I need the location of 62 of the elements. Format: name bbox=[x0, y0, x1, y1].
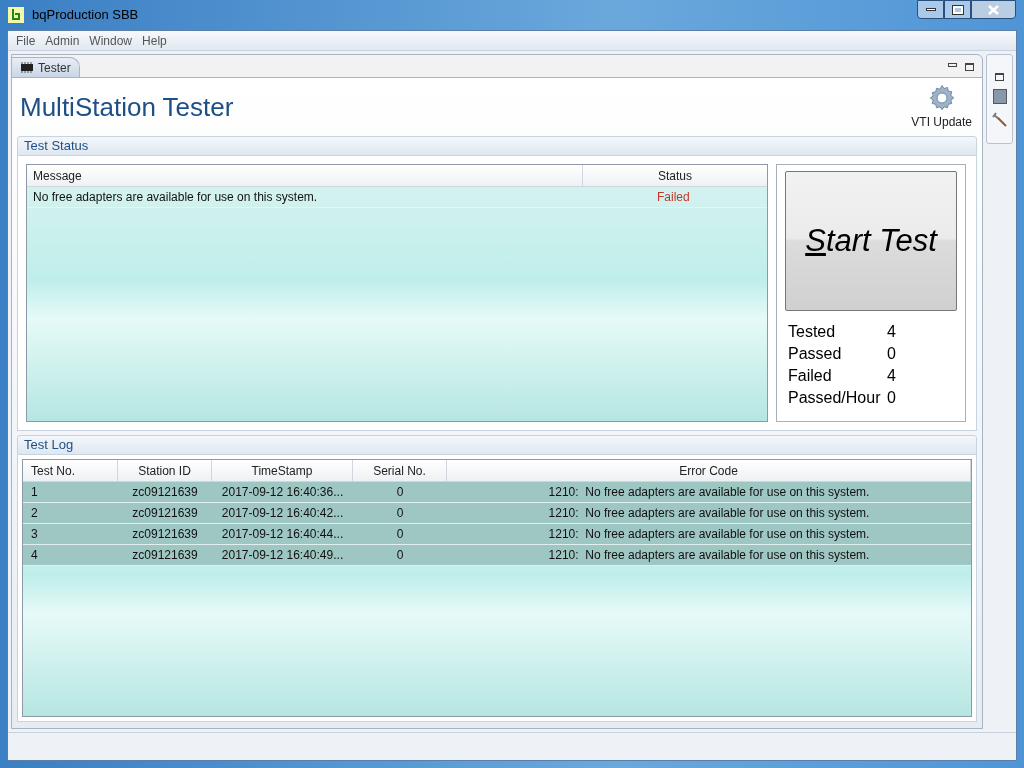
table-cell-text: 2017-09-12 16:40:36... bbox=[220, 484, 345, 501]
column-header[interactable]: Status bbox=[583, 165, 767, 186]
log-row[interactable]: 4 zc09121639 2017-09-12 16:40:49... 0 1210: No free adapters are available for use on this system. bbox=[23, 545, 971, 566]
table-cell-text: zc09121639 bbox=[131, 526, 199, 543]
table-cell-text: 1210: No free adapters are available for use on this system. bbox=[547, 505, 871, 522]
close-icon bbox=[988, 4, 999, 15]
log-row[interactable]: 1 zc09121639 2017-09-12 16:40:36... 0 1210: No free adapters are available for use on this system. bbox=[23, 482, 971, 503]
table-cell-text: 2017-09-12 16:40:44... bbox=[220, 526, 345, 543]
column-header[interactable]: Test No. bbox=[23, 460, 118, 481]
hammer-icon[interactable] bbox=[991, 112, 1008, 128]
column-header[interactable]: Serial No. bbox=[353, 460, 447, 481]
page-title: MultiStation Tester bbox=[20, 90, 234, 124]
table-cell-text: 2 bbox=[30, 505, 39, 522]
log-row[interactable]: 3 zc09121639 2017-09-12 16:40:44... 0 1210: No free adapters are available for use on this system. bbox=[23, 524, 971, 545]
table-cell-text: 1210: No free adapters are available for use on this system. bbox=[547, 526, 871, 543]
table-cell-text: zc09121639 bbox=[131, 505, 199, 522]
stat-label: Passed bbox=[788, 344, 843, 364]
restore-view-icon[interactable] bbox=[995, 73, 1004, 81]
stat-label: Passed/Hour bbox=[788, 388, 882, 408]
vti-update-button[interactable]: VTI Update bbox=[911, 83, 974, 131]
menu-item[interactable]: File bbox=[14, 31, 38, 50]
column-header[interactable]: Message bbox=[27, 165, 583, 186]
section-header: Test Status bbox=[17, 136, 977, 156]
table-cell-text: 1210: No free adapters are available for use on this system. bbox=[547, 484, 871, 501]
section-header: Test Log bbox=[17, 435, 977, 455]
table-cell-text: 0 bbox=[395, 505, 405, 522]
table-cell-text: 0 bbox=[395, 526, 405, 543]
start-test-button[interactable]: Start Test bbox=[785, 171, 957, 311]
window-title: bqProduction SBB bbox=[32, 6, 139, 25]
column-header[interactable]: TimeStamp bbox=[212, 460, 353, 481]
table-cell-text: 0 bbox=[395, 547, 405, 564]
minimize-view-icon[interactable] bbox=[948, 63, 957, 67]
view-tab[interactable]: Tester bbox=[12, 57, 80, 77]
stat-value: 0 bbox=[887, 388, 896, 408]
table-cell-text: zc09121639 bbox=[131, 547, 199, 564]
stat-value: 4 bbox=[887, 322, 896, 342]
table-cell-text: 2017-09-12 16:40:49... bbox=[220, 547, 345, 564]
menu-item[interactable]: Window bbox=[87, 31, 135, 50]
table-cell-text: zc09121639 bbox=[131, 484, 199, 501]
menu-item[interactable]: Help bbox=[140, 31, 169, 50]
table-cell-text: 3 bbox=[30, 526, 39, 543]
app-logo-icon bbox=[8, 7, 24, 23]
column-header[interactable]: Station ID bbox=[118, 460, 212, 481]
stat-value: 4 bbox=[887, 366, 896, 386]
column-header[interactable]: Error Code bbox=[447, 460, 971, 481]
chip-icon bbox=[20, 62, 34, 73]
table-cell-text: 1210: No free adapters are available for use on this system. bbox=[547, 547, 871, 564]
stat-value: 0 bbox=[887, 344, 896, 364]
table-cell-text: 1 bbox=[30, 484, 39, 501]
table-cell-text: 2017-09-12 16:40:42... bbox=[220, 505, 345, 522]
close-button[interactable] bbox=[971, 0, 1016, 19]
menu-item[interactable]: Admin bbox=[43, 31, 82, 50]
minimize-button[interactable] bbox=[917, 0, 944, 19]
maximize-button[interactable] bbox=[944, 0, 971, 19]
table-cell-text: Failed bbox=[656, 189, 691, 206]
stat-label: Tested bbox=[788, 322, 837, 342]
table-cell-text: No free adapters are available for use on this system. bbox=[32, 189, 319, 206]
table-cell-text: 4 bbox=[30, 547, 39, 564]
stat-label: Failed bbox=[788, 366, 833, 386]
table-cell-text: 0 bbox=[395, 484, 405, 501]
restore-view-icon[interactable] bbox=[965, 63, 974, 71]
log-row[interactable]: 2 zc09121639 2017-09-12 16:40:42... 0 1210: No free adapters are available for use on this system. bbox=[23, 503, 971, 524]
